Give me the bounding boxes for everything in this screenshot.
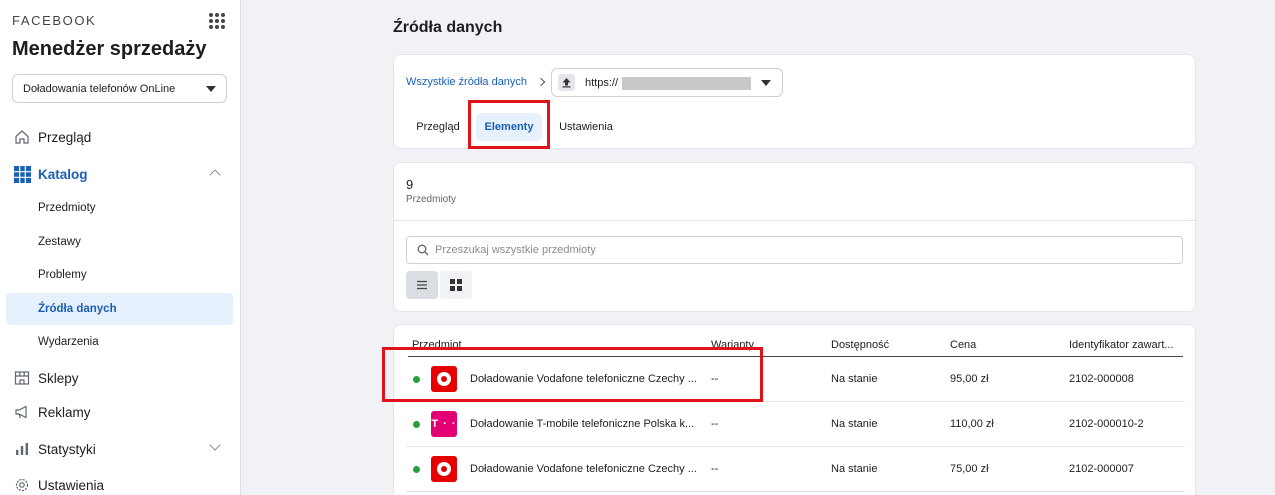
item-price: 75,00 zł [950, 463, 989, 475]
tab-settings[interactable]: Ustawienia [551, 113, 621, 141]
page-title: Źródła danych [393, 19, 503, 36]
brand-logo: FACEBOOK [12, 13, 97, 28]
item-price: 95,00 zł [950, 373, 989, 385]
source-url: https:// [585, 77, 619, 89]
home-icon [13, 128, 31, 146]
sidebar-item-issues[interactable]: Problemy [6, 259, 233, 291]
chevron-right-icon [536, 77, 546, 87]
breadcrumb-all-sources-link[interactable]: Wszystkie źródła danych [406, 76, 527, 88]
chevron-up-icon[interactable] [209, 169, 221, 181]
sidebar-item-items[interactable]: Przedmioty [6, 192, 233, 224]
sidebar-item-data-sources[interactable]: Źródła danych [6, 293, 233, 325]
caret-down-icon [761, 80, 771, 86]
redacted-url [622, 77, 751, 90]
items-summary-card: 9 Przedmioty [393, 162, 1196, 312]
nav-item-stats[interactable]: Statystyki [0, 434, 241, 464]
search-input[interactable] [435, 241, 1175, 259]
megaphone-icon [13, 403, 31, 421]
search-icon [417, 244, 429, 256]
item-content-id: 2102-000008 [1069, 373, 1134, 385]
column-header-availability[interactable]: Dostępność [831, 339, 889, 351]
nav-item-settings[interactable]: Ustawienia [0, 470, 241, 495]
caret-down-icon [206, 86, 216, 92]
chevron-down-icon[interactable] [209, 439, 221, 451]
upload-icon [558, 74, 575, 91]
nav-item-ads[interactable]: Reklamy [0, 397, 241, 427]
item-availability: Na stanie [831, 373, 878, 385]
store-icon [13, 369, 31, 387]
table-row[interactable]: Doładowanie Vodafone telefoniczne Czechy… [406, 447, 1185, 492]
nav-item-overview[interactable]: Przegląd [0, 122, 241, 152]
status-dot [413, 466, 420, 473]
grid-view-button[interactable] [440, 271, 472, 299]
item-count: 9 [406, 177, 414, 192]
nav-label: Katalog [38, 166, 88, 182]
item-content-id: 2102-000007 [1069, 463, 1134, 475]
list-view-button[interactable] [406, 271, 438, 299]
item-availability: Na stanie [831, 418, 878, 430]
item-content-id: 2102-000010-2 [1069, 418, 1144, 430]
gear-icon [13, 476, 31, 494]
vodafone-logo-thumbnail [431, 456, 457, 482]
grid-view-icon [450, 279, 462, 291]
search-box[interactable] [406, 236, 1183, 264]
sidebar-item-events[interactable]: Wydarzenia [6, 326, 233, 358]
table-row[interactable]: T · · Doładowanie T-mobile telefoniczne … [406, 402, 1185, 447]
nav-label: Statystyki [38, 441, 96, 457]
apps-grid-icon[interactable] [209, 13, 225, 29]
item-name: Doładowanie Vodafone telefoniczne Czechy… [470, 463, 697, 475]
item-variants: -- [711, 418, 719, 430]
data-source-selector[interactable]: https:// [551, 68, 783, 97]
item-name: Doładowanie T-mobile telefoniczne Polska… [470, 418, 695, 430]
item-price: 110,00 zł [950, 418, 994, 430]
sidebar-item-sets[interactable]: Zestawy [6, 226, 233, 258]
grid-icon [13, 165, 31, 183]
account-selector[interactable]: Doładowania telefonów OnLine [12, 74, 227, 103]
highlight-box-row [382, 347, 763, 402]
tab-overview[interactable]: Przegląd [406, 113, 470, 141]
nav-label: Przegląd [38, 129, 92, 145]
account-name: Doładowania telefonów OnLine [23, 83, 176, 95]
item-variants: -- [711, 463, 719, 475]
item-count-label: Przedmioty [406, 194, 457, 205]
status-dot [413, 421, 420, 428]
list-icon [417, 280, 427, 290]
nav-label: Ustawienia [38, 477, 105, 493]
column-header-price[interactable]: Cena [950, 339, 976, 351]
highlight-box-tab [468, 100, 550, 149]
nav-label: Reklamy [38, 404, 91, 420]
nav-item-catalog[interactable]: Katalog [0, 159, 241, 189]
item-availability: Na stanie [831, 463, 878, 475]
sidebar: FACEBOOK Menedżer sprzedaży Doładowania … [0, 0, 241, 495]
app-title: Menedżer sprzedaży [12, 38, 207, 60]
nav-item-shops[interactable]: Sklepy [0, 363, 241, 393]
bar-chart-icon [13, 440, 31, 458]
nav-label: Sklepy [38, 370, 79, 386]
tmobile-logo-thumbnail: T · · [431, 411, 457, 437]
divider [394, 220, 1195, 221]
column-header-content-id[interactable]: Identyfikator zawart... [1069, 339, 1174, 351]
